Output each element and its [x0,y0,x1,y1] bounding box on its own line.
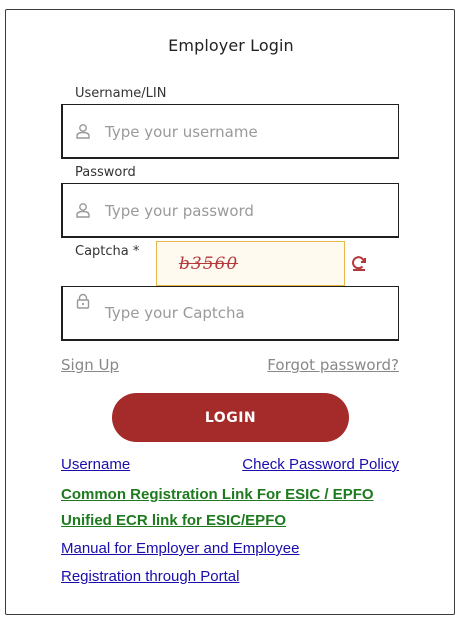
common-registration-link[interactable]: Common Registration Link For ESIC / EPFO [61,486,374,503]
captcha-text: b3560 [179,254,239,274]
captcha-label: Captcha * [75,244,140,259]
username-input[interactable] [105,119,385,145]
captcha-image: b3560 [156,241,345,286]
check-password-policy-link[interactable]: Check Password Policy [242,456,399,473]
username-label: Username/LIN [75,86,167,101]
signup-link[interactable]: Sign Up [61,356,119,374]
user-icon [76,203,90,218]
page-title: Employer Login [168,36,294,55]
password-field-container [61,183,399,238]
password-label: Password [75,165,136,180]
login-button[interactable]: LOGIN [112,393,349,442]
captcha-input[interactable] [105,300,385,326]
manual-link[interactable]: Manual for Employer and Employee [61,540,299,557]
lock-icon [76,293,90,309]
forgot-password-link[interactable]: Forgot password? [267,356,399,374]
username-link[interactable]: Username [61,456,130,473]
registration-portal-link[interactable]: Registration through Portal [61,568,239,585]
unified-ecr-link[interactable]: Unified ECR link for ESIC/EPFO [61,512,286,529]
username-field-container [61,104,399,159]
captcha-field-container [61,286,399,341]
refresh-icon[interactable] [350,254,368,272]
password-input[interactable] [105,198,385,224]
user-icon [76,124,90,139]
